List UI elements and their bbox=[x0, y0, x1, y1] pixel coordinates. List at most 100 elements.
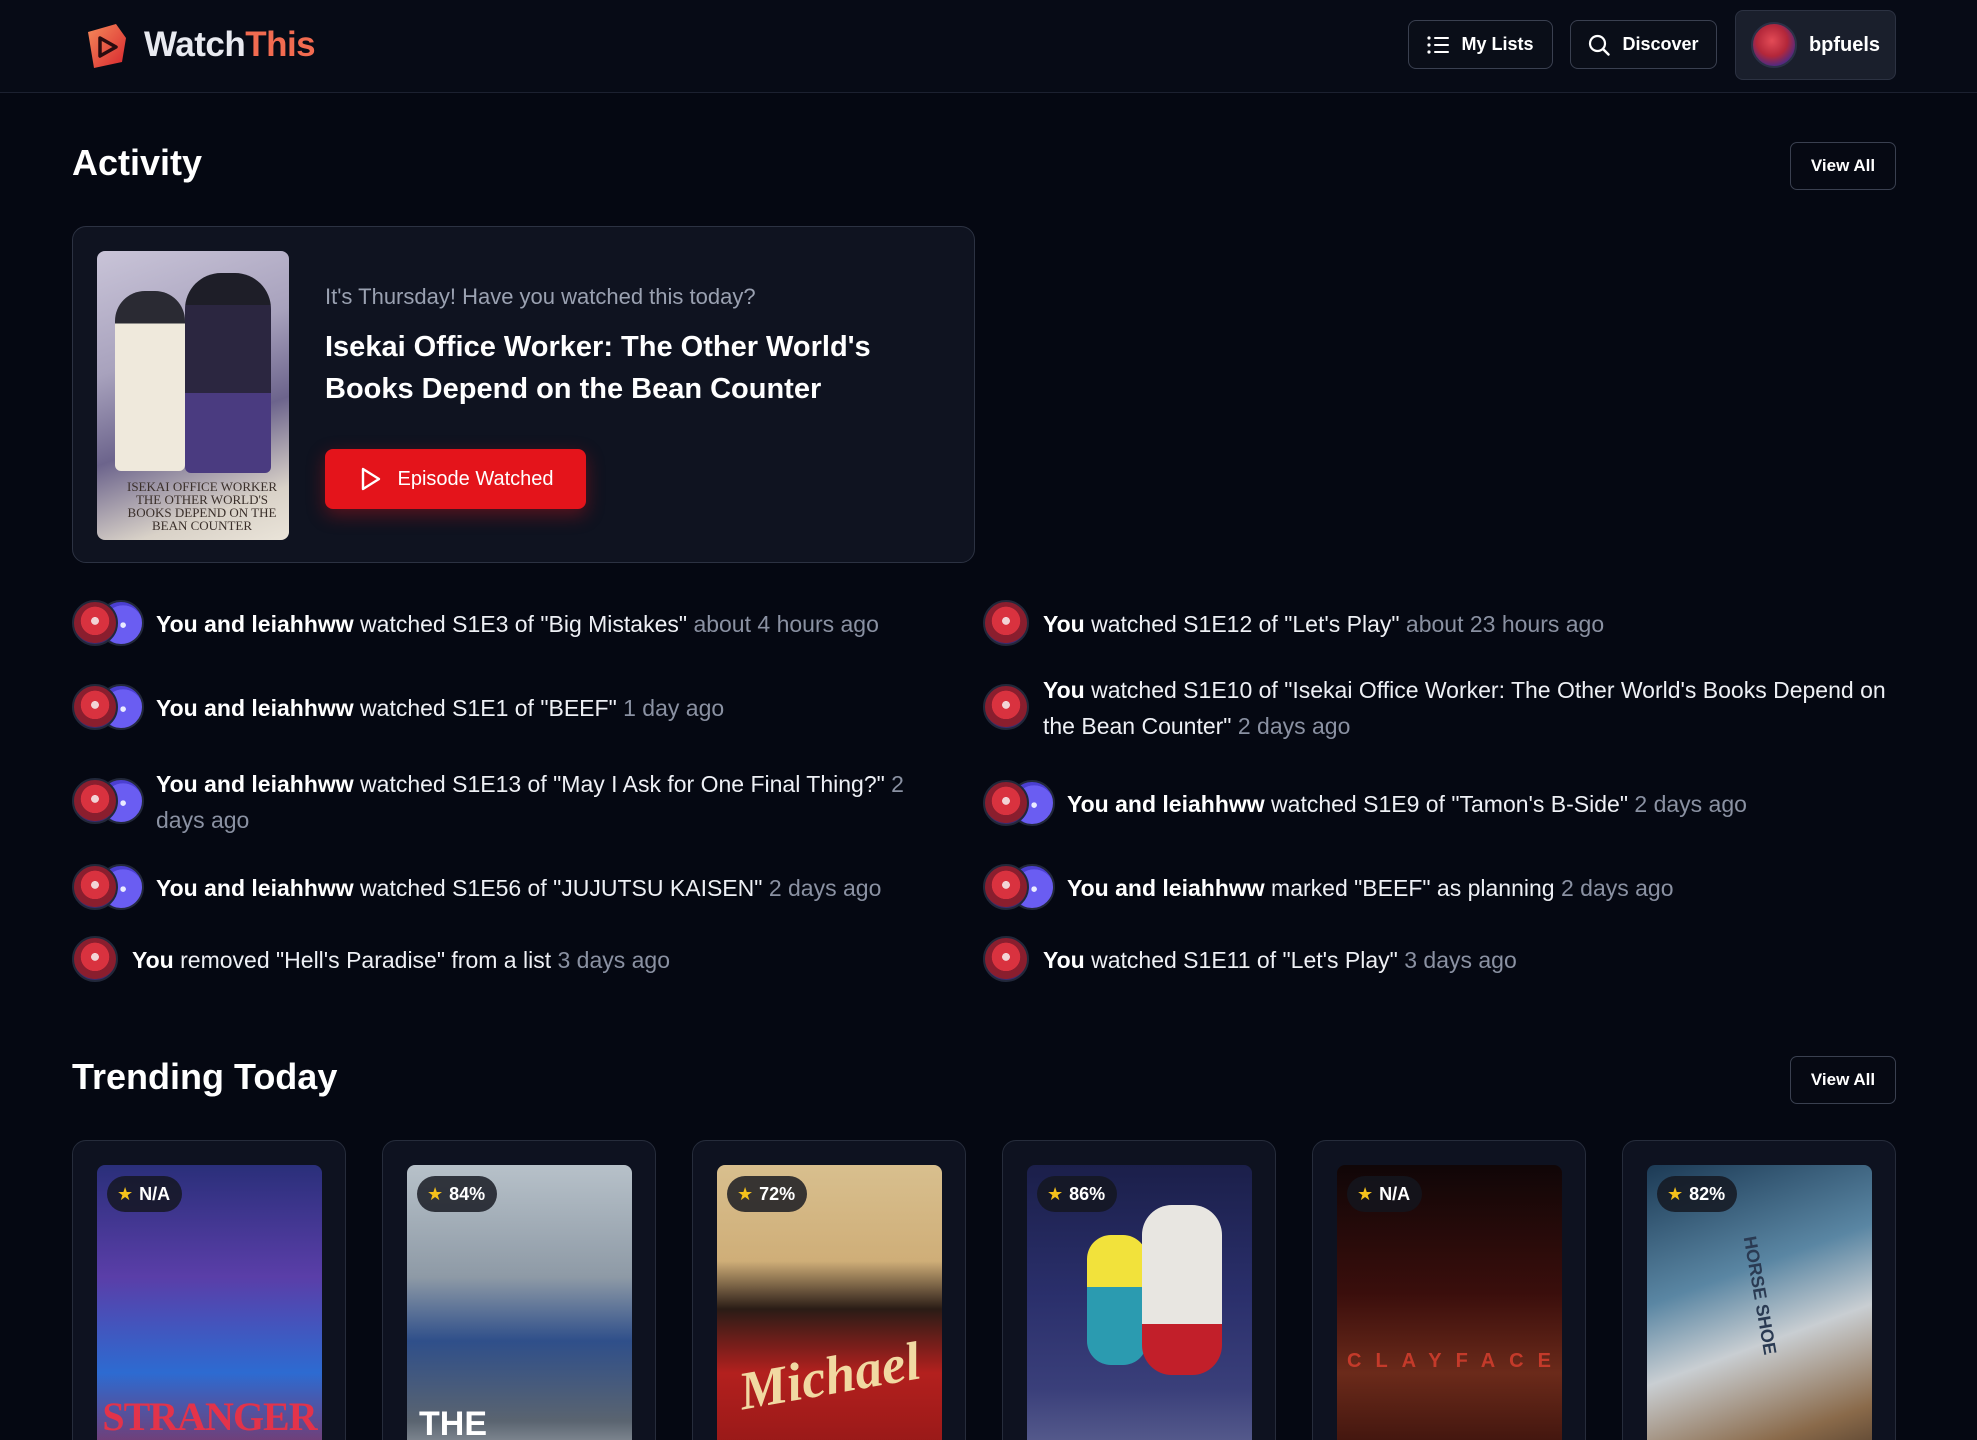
avatar-group bbox=[72, 864, 144, 912]
avatar-group bbox=[72, 778, 144, 826]
activity-action: watched S1E3 of "Big Mistakes" bbox=[360, 611, 688, 637]
poster-image: HORSE SHOE ★ 82% bbox=[1647, 1165, 1872, 1440]
poster-figure bbox=[115, 291, 185, 471]
poster-image: THE ★ 84% bbox=[407, 1165, 632, 1440]
activity-item: You watched S1E11 of "Let's Play" 3 days… bbox=[983, 936, 1903, 984]
activity-text: You and leiahhww watched S1E3 of "Big Mi… bbox=[156, 606, 879, 642]
play-icon bbox=[362, 467, 381, 491]
activity-time: 3 days ago bbox=[1404, 947, 1517, 973]
poster-title-text: STRANGER bbox=[102, 1394, 317, 1439]
activity-action: watched S1E9 of "Tamon's B-Side" bbox=[1271, 791, 1629, 817]
activity-action: watched S1E56 of "JUJUTSU KAISEN" bbox=[360, 875, 763, 901]
activity-item: You watched S1E10 of "Isekai Office Work… bbox=[983, 672, 1903, 744]
activity-time: 3 days ago bbox=[557, 947, 671, 973]
app-name-part1: Watch bbox=[144, 25, 246, 64]
discover-button[interactable]: Discover bbox=[1570, 20, 1717, 69]
poster-image: CLAYFACE ★ N/A bbox=[1337, 1165, 1562, 1440]
activity-actor[interactable]: You and leiahhww bbox=[156, 611, 354, 637]
star-icon: ★ bbox=[737, 1183, 754, 1204]
star-icon: ★ bbox=[117, 1183, 134, 1204]
avatar-group bbox=[72, 684, 144, 732]
episode-watched-button[interactable]: Episode Watched bbox=[325, 449, 586, 509]
avatar[interactable] bbox=[983, 780, 1029, 826]
discover-label: Discover bbox=[1622, 34, 1699, 54]
avatar-group bbox=[983, 936, 1031, 984]
app-name-part2: This bbox=[245, 25, 316, 64]
avatar[interactable] bbox=[72, 684, 118, 730]
activity-actor[interactable]: You and leiahhww bbox=[156, 771, 354, 797]
username: bpfuels bbox=[1808, 33, 1881, 56]
avatar-group bbox=[983, 864, 1055, 912]
activity-time: 2 days ago bbox=[1237, 713, 1351, 739]
trending-card[interactable]: CLAYFACE ★ N/A bbox=[1312, 1140, 1586, 1440]
activity-actor[interactable]: You bbox=[1043, 611, 1085, 637]
profile-menu-button[interactable]: bpfuels bbox=[1735, 10, 1896, 80]
trending-card[interactable]: Michael ★ 72% bbox=[692, 1140, 966, 1440]
poster-title-text: HORSE SHOE bbox=[1739, 1234, 1781, 1357]
activity-action: watched S1E10 of "Isekai Office Worker: … bbox=[1043, 677, 1886, 739]
activity-item: You and leiahhww watched S1E13 of "May I… bbox=[72, 766, 952, 838]
avatar[interactable] bbox=[72, 600, 118, 646]
star-icon: ★ bbox=[1667, 1183, 1684, 1204]
rating-badge: ★ 84% bbox=[417, 1176, 498, 1212]
avatar[interactable] bbox=[983, 600, 1029, 646]
rating-badge: ★ N/A bbox=[107, 1176, 183, 1212]
rating-badge: ★ 86% bbox=[1037, 1176, 1118, 1212]
activity-text: You removed "Hell's Paradise" from a lis… bbox=[132, 942, 670, 978]
my-lists-button[interactable]: My Lists bbox=[1408, 20, 1553, 69]
activity-text: You and leiahhww watched S1E9 of "Tamon'… bbox=[1067, 786, 1747, 822]
avatar[interactable] bbox=[983, 864, 1029, 910]
avatar[interactable] bbox=[983, 684, 1029, 730]
avatar-group bbox=[983, 684, 1031, 732]
poster-image: ★ 86% bbox=[1027, 1165, 1252, 1440]
activity-actor[interactable]: You and leiahhww bbox=[1067, 791, 1265, 817]
avatar[interactable] bbox=[72, 864, 118, 910]
reminder-show-title[interactable]: Isekai Office Worker: The Other World's … bbox=[325, 326, 925, 410]
trending-card[interactable]: THE ★ 84% bbox=[382, 1140, 656, 1440]
rating-value: 82% bbox=[1689, 1183, 1726, 1204]
trending-view-all-button[interactable]: View All bbox=[1790, 1056, 1896, 1104]
activity-text: You watched S1E10 of "Isekai Office Work… bbox=[1043, 672, 1903, 744]
activity-time: 2 days ago bbox=[768, 875, 882, 901]
reminder-poster[interactable]: Isekai Office Worker The Other World's B… bbox=[97, 251, 289, 540]
activity-actor[interactable]: You bbox=[132, 947, 174, 973]
activity-time: 1 day ago bbox=[623, 695, 725, 721]
avatar-group bbox=[72, 600, 144, 648]
poster-figure bbox=[1087, 1235, 1147, 1365]
star-icon: ★ bbox=[427, 1183, 444, 1204]
avatar-group bbox=[983, 780, 1055, 828]
episode-watched-label: Episode Watched bbox=[397, 467, 554, 490]
poster-title-text: Michael bbox=[734, 1330, 925, 1422]
avatar[interactable] bbox=[72, 936, 118, 982]
activity-action: watched S1E1 of "BEEF" bbox=[360, 695, 617, 721]
app-name: WatchThis bbox=[144, 25, 316, 65]
activity-view-all-button[interactable]: View All bbox=[1790, 142, 1896, 190]
rating-value: N/A bbox=[1379, 1183, 1411, 1204]
activity-text: You and leiahhww marked "BEEF" as planni… bbox=[1067, 870, 1674, 906]
poster-figure bbox=[185, 273, 271, 473]
activity-text: You watched S1E12 of "Let's Play" about … bbox=[1043, 606, 1604, 642]
activity-actor[interactable]: You bbox=[1043, 677, 1085, 703]
activity-text: You and leiahhww watched S1E1 of "BEEF" … bbox=[156, 690, 724, 726]
watch-reminder-card: Isekai Office Worker The Other World's B… bbox=[72, 226, 975, 563]
activity-actor[interactable]: You and leiahhww bbox=[156, 695, 354, 721]
poster-image: Michael ★ 72% bbox=[717, 1165, 942, 1440]
activity-title: Activity bbox=[72, 142, 203, 183]
activity-text: You watched S1E11 of "Let's Play" 3 days… bbox=[1043, 942, 1517, 978]
star-icon: ★ bbox=[1047, 1183, 1064, 1204]
trending-card[interactable]: STRANGER ★ N/A bbox=[72, 1140, 346, 1440]
activity-actor[interactable]: You and leiahhww bbox=[156, 875, 354, 901]
app-logo[interactable]: WatchThis bbox=[82, 18, 316, 72]
activity-item: You and leiahhww watched S1E3 of "Big Mi… bbox=[72, 600, 952, 648]
activity-actor[interactable]: You and leiahhww bbox=[1067, 875, 1265, 901]
logo-icon bbox=[88, 24, 126, 68]
avatar[interactable] bbox=[983, 936, 1029, 982]
list-icon bbox=[1427, 35, 1450, 54]
avatar[interactable] bbox=[72, 778, 118, 824]
activity-actor[interactable]: You bbox=[1043, 947, 1085, 973]
trending-card[interactable]: ★ 86% bbox=[1002, 1140, 1276, 1440]
trending-card[interactable]: HORSE SHOE ★ 82% bbox=[1622, 1140, 1896, 1440]
activity-action: watched S1E13 of "May I Ask for One Fina… bbox=[360, 771, 885, 797]
activity-action: marked "BEEF" as planning bbox=[1271, 875, 1555, 901]
rating-badge: ★ N/A bbox=[1347, 1176, 1423, 1212]
